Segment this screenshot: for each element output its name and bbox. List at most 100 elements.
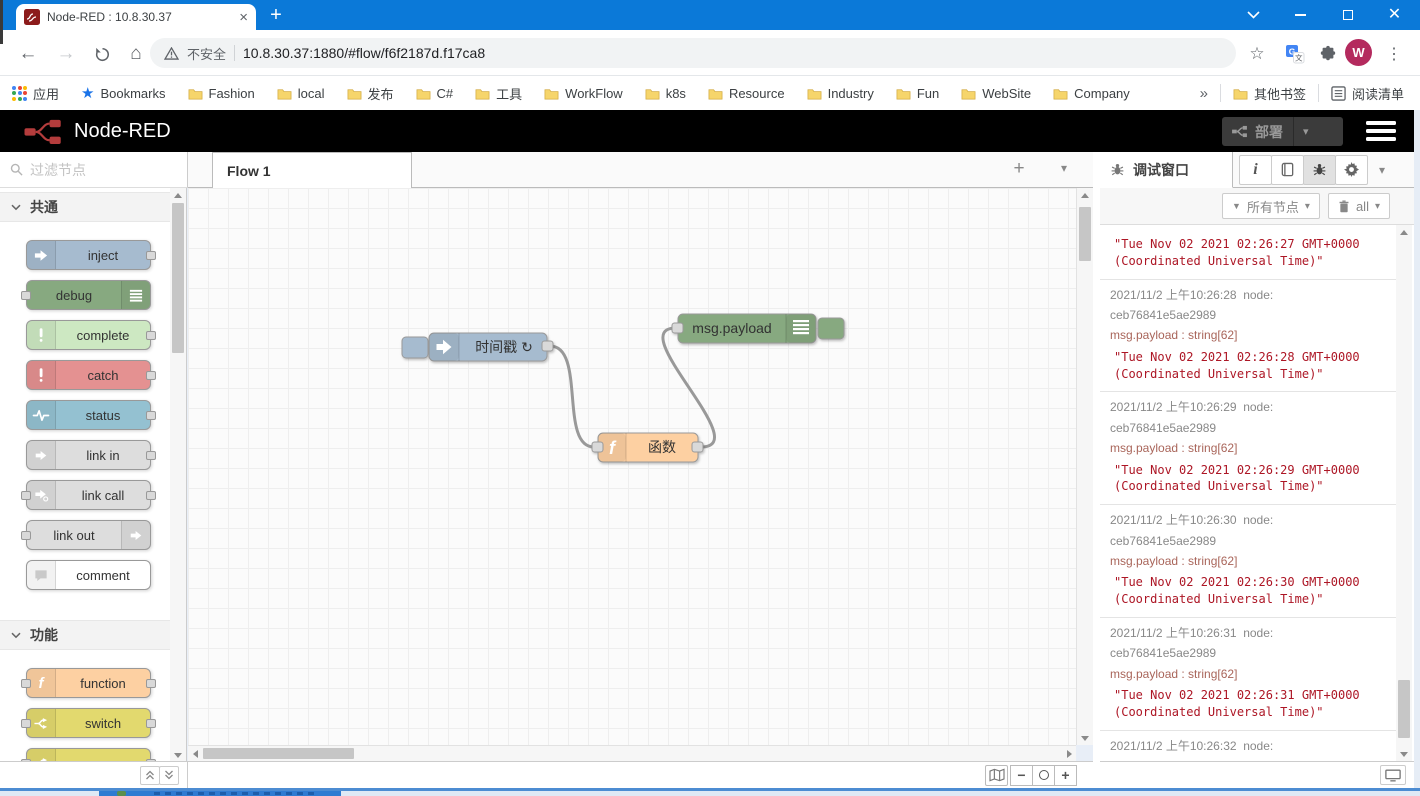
palette-search[interactable] <box>0 152 188 188</box>
reload-icon[interactable] <box>88 40 116 68</box>
bookmark-folder[interactable]: Fashion <box>188 86 255 101</box>
home-icon[interactable]: ⌂ <box>122 40 150 68</box>
maximize-button[interactable] <box>1324 0 1371 30</box>
palette-search-input[interactable] <box>30 162 160 178</box>
debug-message-node-id: ceb76841e5ae2989 <box>1110 418 1386 438</box>
bookmark-folder[interactable]: C# <box>416 86 454 101</box>
node-output-port <box>146 251 156 260</box>
bookmark-folder[interactable]: WorkFlow <box>544 86 623 101</box>
debug-message-payload: "Tue Nov 02 2021 02:26:30 GMT+0000 (Coor… <box>1110 571 1386 610</box>
flow-node-function[interactable]: f函数 <box>592 433 703 462</box>
palette-category-header[interactable]: 功能 <box>0 620 170 650</box>
bookmark-folder[interactable]: Company <box>1053 86 1130 101</box>
palette-node-comment[interactable]: comment <box>26 560 151 590</box>
forward-icon[interactable]: → <box>52 40 80 68</box>
palette-scrollbar[interactable] <box>170 188 187 762</box>
palette-node-status[interactable]: status <box>26 400 151 430</box>
debug-filter-button[interactable]: ▼ 所有节点 ▾ <box>1222 193 1320 219</box>
debug-tab[interactable]: 调试窗口 <box>1100 152 1233 188</box>
bookmark-folder[interactable]: Fun <box>896 86 939 101</box>
flow-canvas[interactable]: 时间戳 ↻ f函数 msg.payload <box>188 188 1076 745</box>
search-icon <box>10 163 23 176</box>
debug-input-port[interactable] <box>672 323 683 333</box>
debug-tab-button[interactable] <box>1303 155 1336 185</box>
debug-scrollbar-thumb[interactable] <box>1398 680 1410 738</box>
bookmark-folder[interactable]: Industry <box>807 86 874 101</box>
palette-node-complete[interactable]: complete <box>26 320 151 350</box>
taskbar-app-icon <box>117 791 126 796</box>
palette-collapse-all-button[interactable] <box>140 766 160 785</box>
bookmark-folder[interactable]: Resource <box>708 86 785 101</box>
zoom-reset-button[interactable] <box>1032 765 1055 786</box>
close-button[interactable]: ✕ <box>1371 0 1418 30</box>
translate-icon[interactable]: G文 <box>1281 40 1309 68</box>
palette-node-partial[interactable] <box>26 748 151 762</box>
flow-list-caret-icon[interactable]: ▾ <box>1061 161 1067 175</box>
bookmark-star-icon[interactable]: ☆ <box>1243 40 1271 68</box>
bookmarks-overflow-chevron[interactable]: » <box>1200 85 1208 102</box>
palette-expand-all-button[interactable] <box>159 766 179 785</box>
palette-node-debug[interactable]: debug <box>26 280 151 310</box>
navigator-map-button[interactable] <box>985 765 1008 786</box>
palette-scrollbar-thumb[interactable] <box>172 203 184 353</box>
debug-message-property[interactable]: msg.payload : string[62] <box>1110 438 1386 458</box>
bookmark-folder[interactable]: k8s <box>645 86 686 101</box>
url-bar[interactable]: 不安全 10.8.30.37:1880/#flow/f6f2187d.f17ca… <box>150 38 1236 68</box>
back-icon[interactable]: ← <box>14 40 42 68</box>
canvas-vertical-scrollbar[interactable] <box>1076 188 1093 745</box>
extensions-puzzle-icon[interactable] <box>1314 40 1342 68</box>
bookmark-folder[interactable]: WebSite <box>961 86 1031 101</box>
debug-clear-button[interactable]: all ▾ <box>1328 193 1390 219</box>
minimize-button[interactable] <box>1277 0 1324 30</box>
palette-node-inject[interactable]: inject <box>26 240 151 270</box>
flow-tab[interactable]: Flow 1 <box>212 152 412 188</box>
debug-toggle-button[interactable] <box>818 318 844 339</box>
config-gear-button[interactable] <box>1335 155 1368 185</box>
palette-node-catch[interactable]: catch <box>26 360 151 390</box>
palette-node-link-call[interactable]: link call <box>26 480 151 510</box>
tab-search-chevron-icon[interactable] <box>1230 0 1277 30</box>
flow-wires[interactable] <box>550 328 715 447</box>
palette-node-link-out[interactable]: link out <box>26 520 151 550</box>
palette-node-link-in[interactable]: link in <box>26 440 151 470</box>
canvas-horizontal-scrollbar[interactable] <box>188 745 1076 761</box>
sidebar-options-caret-icon[interactable]: ▾ <box>1379 163 1385 177</box>
browser-menu-icon[interactable]: ⋮ <box>1383 40 1405 68</box>
debug-scrollbar[interactable] <box>1396 225 1412 761</box>
bookmark-folder[interactable]: local <box>277 86 325 101</box>
new-tab-button[interactable]: + <box>264 5 288 27</box>
info-tab-button[interactable]: i <box>1239 155 1272 185</box>
deploy-options-caret-icon[interactable]: ▾ <box>1303 125 1309 138</box>
inject-trigger-button[interactable] <box>402 337 428 358</box>
sidebar-splitter[interactable] <box>1093 152 1100 788</box>
main-menu-hamburger-icon[interactable] <box>1366 121 1396 141</box>
debug-message-property[interactable]: msg.payload : string[62] <box>1110 325 1386 345</box>
deploy-button[interactable]: 部署 ▾ <box>1222 117 1343 146</box>
bookmarks-folder-starred[interactable]: ★ Bookmarks <box>81 84 165 102</box>
tab-close-icon[interactable]: × <box>239 10 248 25</box>
apps-shortcut[interactable]: 应用 <box>12 84 59 103</box>
function-output-port[interactable] <box>692 442 703 452</box>
canvas-hscroll-thumb[interactable] <box>203 748 354 759</box>
bookmark-folder[interactable]: 工具 <box>475 84 522 103</box>
zoom-in-button[interactable]: + <box>1054 765 1077 786</box>
canvas-vscroll-thumb[interactable] <box>1079 207 1091 261</box>
help-tab-button[interactable] <box>1271 155 1304 185</box>
open-debug-window-button[interactable] <box>1380 765 1406 785</box>
other-bookmarks[interactable]: 其他书签 <box>1233 84 1306 103</box>
zoom-out-button[interactable]: − <box>1010 765 1033 786</box>
debug-message-property[interactable]: msg.payload : string[62] <box>1110 664 1386 684</box>
browser-tab[interactable]: Node-RED : 10.8.30.37 × <box>16 4 256 30</box>
profile-avatar[interactable]: W <box>1345 39 1372 66</box>
flow-node-inject[interactable]: 时间戳 ↻ <box>402 333 553 361</box>
add-flow-button[interactable]: + <box>1007 159 1031 181</box>
inject-output-port[interactable] <box>542 341 553 351</box>
flow-node-debug[interactable]: msg.payload <box>672 314 844 343</box>
bookmark-folder[interactable]: 发布 <box>347 84 394 103</box>
palette-node-switch[interactable]: switch <box>26 708 151 738</box>
palette-node-function[interactable]: ffunction <box>26 668 151 698</box>
function-input-port[interactable] <box>592 442 603 452</box>
reading-list[interactable]: 阅读清单 <box>1331 84 1404 103</box>
palette-category-header[interactable]: 共通 <box>0 192 170 222</box>
debug-message-property[interactable]: msg.payload : string[62] <box>1110 551 1386 571</box>
